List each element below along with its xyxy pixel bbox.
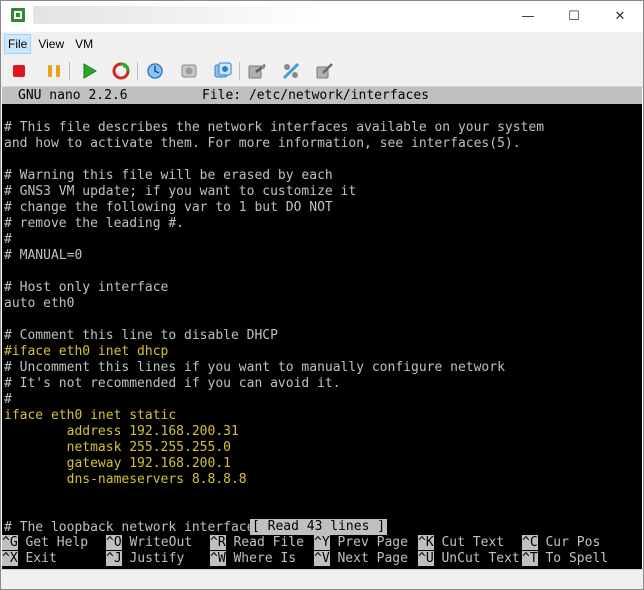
nano-file-label: File: /etc/network/interfaces [202,88,429,103]
shortcut-item: ^X Exit [2,551,57,567]
editor-line: # remove the leading #. [4,216,185,231]
shortcut-key: ^O [106,535,122,550]
shortcut-key: ^R [210,535,226,550]
window-title-redacted [33,6,319,24]
shortcut-label: Justify [121,551,185,566]
manage-snapshots-button[interactable] [213,61,233,81]
editor-line: and how to activate them. For more infor… [4,136,521,151]
shortcut-key: ^U [418,551,434,566]
shortcut-key: ^Y [314,535,330,550]
menu-view[interactable]: View [34,34,68,54]
editor-line: # GNS3 VM update; if you want to customi… [4,184,357,199]
shortcut-item: ^G Get Help [2,535,88,551]
settings-icon [248,64,266,79]
shortcut-key: ^V [314,551,330,566]
network-icon [282,62,300,80]
editor-line: # The loopback network interface [4,520,255,535]
editor-line: # Host only interface [4,280,169,295]
settings-button[interactable] [247,61,267,81]
nano-status-message: [ Read 43 lines ] [250,519,388,535]
tools-button[interactable] [315,61,335,81]
editor-line: # Uncomment this lines if you want to ma… [4,360,505,375]
pause-button[interactable] [44,61,64,81]
shortcut-label: Cur Pos [537,535,601,550]
play-icon [83,63,97,79]
stop-icon [13,65,25,77]
editor-line: # This file describes the network interf… [4,120,545,135]
toolbar-separator [239,62,240,80]
editor-line: # MANUAL=0 [4,248,83,263]
tools-icon [316,63,333,79]
pause-icon [48,65,60,77]
stop-button[interactable] [9,61,29,81]
title-bar: — ☐ ✕ [1,1,643,31]
shortcut-label: Read File [225,535,304,550]
editor-line: # [4,392,12,407]
shortcut-key: ^X [2,551,18,566]
shortcut-label: Cut Text [433,535,505,550]
editor-line: # Comment this line to disable DHCP [4,328,278,343]
toolbar [1,56,643,87]
manage-snapshots-icon [214,62,232,78]
take-snapshot-button[interactable] [145,61,165,81]
shortcut-key: ^W [210,551,226,566]
editor-line: gateway 192.168.200.1 [4,456,231,471]
shortcut-item: ^J Justify [106,551,184,567]
nano-header-bar: GNU nano 2.2.6 File: /etc/network/interf… [2,87,642,104]
shortcut-item: ^T To Spell [522,551,608,567]
nano-version: GNU nano 2.2.6 [18,88,128,103]
shortcut-label: UnCut Text [433,551,520,566]
shortcut-item: ^O WriteOut [106,535,192,551]
reset-icon [112,62,130,80]
editor-line: # It's not recommended if you can avoid … [4,376,341,391]
terminal-screen[interactable]: GNU nano 2.2.6 File: /etc/network/interf… [2,87,642,569]
shortcut-label: Where Is [225,551,297,566]
shortcut-item: ^C Cur Pos [522,535,600,551]
reset-button[interactable] [111,61,131,81]
editor-line: auto eth0 [4,296,75,311]
shortcut-label: To Spell [537,551,609,566]
editor-line: # Warning this file will be erased by ea… [4,168,333,183]
revert-icon [181,64,197,78]
revert-snapshot-button[interactable] [179,61,199,81]
editor-line: dns-nameservers 8.8.8.8 [4,472,247,487]
editor-line: address 192.168.200.31 [4,424,239,439]
menu-vm[interactable]: VM [71,34,97,54]
shortcut-item: ^K Cut Text [418,535,504,551]
editor-line: # change the following var to 1 but DO N… [4,200,333,215]
menu-bar: File View VM [1,32,643,56]
editor-line: netmask 255.255.255.0 [4,440,231,455]
editor-line: iface eth0 inet static [4,408,177,423]
vm-console-window: — ☐ ✕ File View VM GNU nano 2.2.6 File: … [0,0,644,590]
shortcut-key: ^T [522,551,538,566]
close-button[interactable]: ✕ [597,1,643,31]
start-button[interactable] [79,61,99,81]
toolbar-separator [137,62,138,80]
shortcut-item: ^U UnCut Text [418,551,520,567]
shortcut-item: ^W Where Is [210,551,296,567]
minimize-button[interactable]: — [505,1,551,31]
shortcut-key: ^G [2,535,18,550]
shortcut-label: Get Help [17,535,89,550]
shortcut-item: ^Y Prev Page [314,535,408,551]
shortcut-item: ^R Read File [210,535,304,551]
shortcut-key: ^C [522,535,538,550]
status-strip [1,569,643,589]
network-button[interactable] [281,61,301,81]
shortcut-key: ^K [418,535,434,550]
snapshot-icon [147,63,163,79]
shortcut-label: Exit [17,551,57,566]
app-logo-icon [11,8,25,22]
shortcut-key: ^J [106,551,122,566]
editor-line: #iface eth0 inet dhcp [4,344,169,359]
maximize-button[interactable]: ☐ [551,1,597,31]
menu-file[interactable]: File [4,34,32,54]
shortcut-label: Prev Page [329,535,408,550]
editor-line: # [4,232,12,247]
shortcut-label: Next Page [329,551,408,566]
toolbar-separator [69,62,70,80]
shortcut-label: WriteOut [121,535,193,550]
shortcut-item: ^V Next Page [314,551,408,567]
